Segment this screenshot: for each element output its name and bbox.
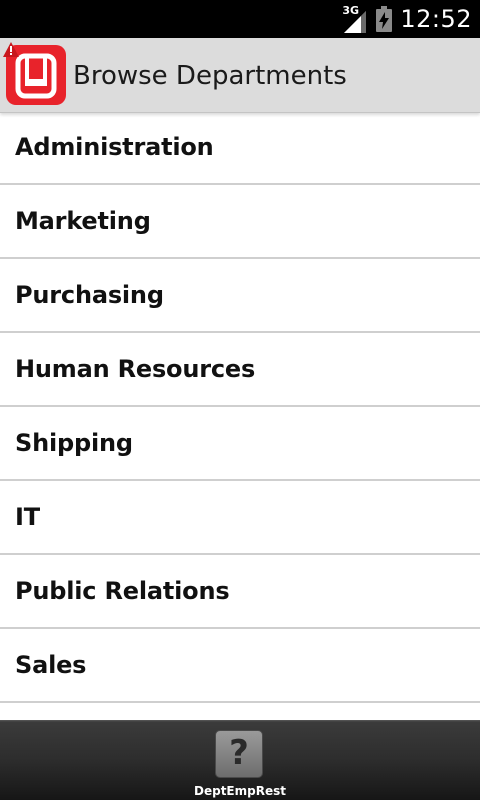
status-indicators: 3G 12:52 (342, 0, 472, 38)
page-title: Browse Departments (73, 61, 347, 91)
list-item-label: Administration (15, 133, 214, 161)
clock: 12:52 (400, 5, 472, 33)
list-item-administration[interactable]: Administration (0, 111, 480, 185)
dock-app-deptemprest[interactable]: ? DeptEmpRest (190, 728, 290, 800)
list-item-shipping[interactable]: Shipping (0, 407, 480, 481)
list-item-label: Sales (15, 651, 87, 679)
list-item-human-resources[interactable]: Human Resources (0, 333, 480, 407)
question-mark-icon[interactable]: ? (215, 730, 263, 778)
list-item-purchasing[interactable]: Purchasing (0, 259, 480, 333)
department-list: Administration Marketing Purchasing Huma… (0, 111, 480, 703)
question-mark-glyph: ? (229, 733, 249, 773)
list-item-sales[interactable]: Sales (0, 629, 480, 703)
screen: 3G 12:52 Browse Departments Administrati… (0, 0, 480, 800)
list-item-marketing[interactable]: Marketing (0, 185, 480, 259)
dock-app-label: DeptEmpRest (194, 784, 286, 798)
list-item-it[interactable]: IT (0, 481, 480, 555)
warning-triangle-icon (3, 42, 19, 62)
status-bar: 3G 12:52 (0, 0, 480, 38)
list-item-label: Public Relations (15, 577, 230, 605)
list-item-label: Purchasing (15, 281, 164, 309)
list-item-label: Marketing (15, 207, 151, 235)
title-bar: Browse Departments (0, 38, 480, 113)
signal-bars-icon (344, 11, 367, 33)
list-item-public-relations[interactable]: Public Relations (0, 555, 480, 629)
list-item-label: IT (15, 503, 40, 531)
battery-charging-icon (376, 6, 393, 32)
list-item-label: Shipping (15, 429, 133, 457)
signal-indicator: 3G (342, 5, 368, 33)
list-item-label: Human Resources (15, 355, 256, 383)
app-dock: ? DeptEmpRest (0, 720, 480, 800)
